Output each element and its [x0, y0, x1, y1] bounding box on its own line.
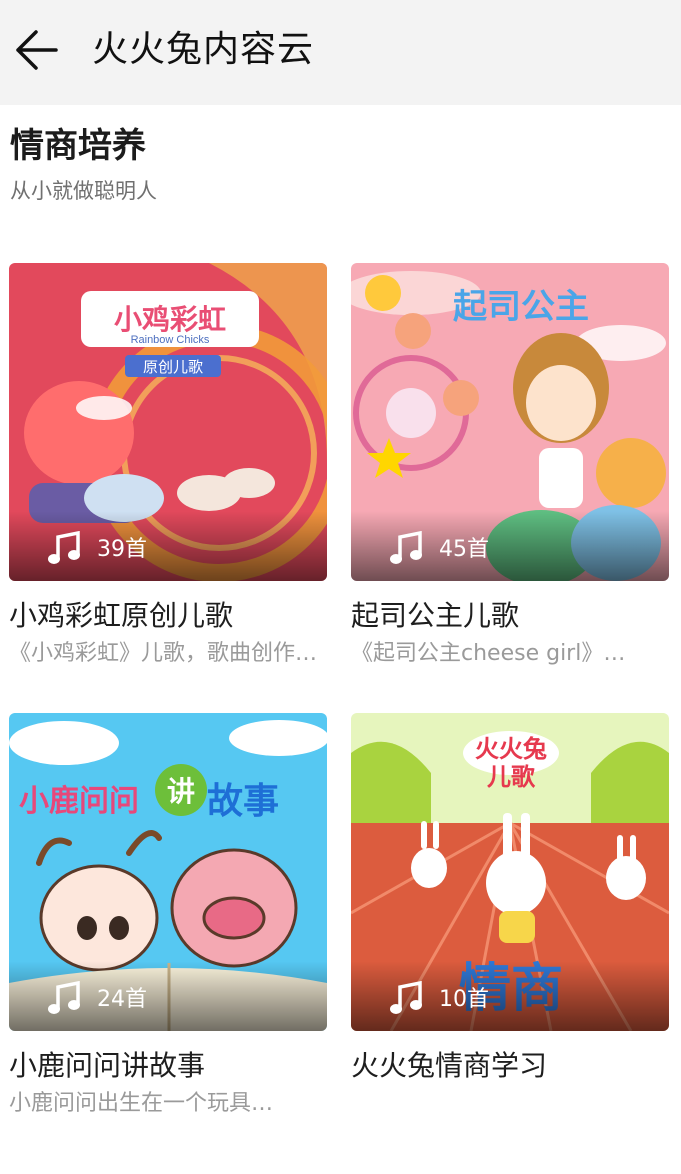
- album-card-huohuotu[interactable]: 火火兔 儿歌 情商 10首 火火兔情商学习: [351, 713, 669, 1082]
- arrow-left-icon: [16, 30, 58, 70]
- album-description: 《起司公主cheese girl》…: [351, 641, 626, 666]
- track-count: 10首: [439, 987, 489, 1012]
- cover-badge: 原创儿歌: [143, 359, 203, 376]
- section-title: 情商培养: [10, 126, 146, 166]
- album-cover: 火火兔 儿歌 情商 10首: [351, 713, 669, 1031]
- album-card-qisi[interactable]: 起司公主 45首 起司公主儿歌 《起司公主cheese girl》…: [351, 263, 669, 666]
- track-count: 39首: [97, 537, 147, 562]
- album-cover: 起司公主 45首: [351, 263, 669, 581]
- album-cover: 小鸡彩虹 Rainbow Chicks 原创儿歌 39首: [9, 263, 327, 581]
- album-title: 小鹿问问讲故事: [9, 1049, 206, 1082]
- cover-logo: 小鹿问问: [19, 784, 139, 818]
- cover-logo-end: 故事: [207, 780, 279, 821]
- page-title: 火火兔内容云: [92, 29, 315, 70]
- cover-logo-sub: 儿歌: [487, 764, 536, 791]
- music-note-icon: [390, 981, 422, 1014]
- album-card-xiaolu[interactable]: 小鹿问问 讲 故事 24首 小鹿问问讲故事 小鹿问问出生在一个玩具…: [9, 713, 327, 1116]
- section-subtitle: 从小就做聪明人: [10, 179, 157, 203]
- cover-logo: 起司公主: [453, 288, 589, 326]
- album-description: 《小鸡彩虹》儿歌，歌曲创作…: [9, 641, 318, 666]
- app-header: 火火兔内容云: [0, 0, 681, 105]
- album-title: 起司公主儿歌: [351, 599, 520, 632]
- music-note-icon: [390, 531, 422, 564]
- back-button[interactable]: [10, 26, 60, 74]
- music-note-icon: [48, 531, 80, 564]
- album-cover: 小鹿问问 讲 故事 24首: [9, 713, 327, 1031]
- album-title: 火火兔情商学习: [351, 1049, 548, 1082]
- track-count: 45首: [439, 537, 489, 562]
- album-description: 小鹿问问出生在一个玩具…: [9, 1091, 274, 1116]
- cover-logo-mid: 讲: [167, 776, 195, 807]
- music-note-icon: [48, 981, 80, 1014]
- cover-logo: 火火兔: [475, 735, 547, 763]
- track-count: 24首: [97, 987, 147, 1012]
- cover-logo-en: Rainbow Chicks: [131, 334, 210, 346]
- album-card-xiaoji[interactable]: 小鸡彩虹 Rainbow Chicks 原创儿歌 39首 小鸡彩虹原创儿歌 《小…: [9, 263, 327, 666]
- album-title: 小鸡彩虹原创儿歌: [9, 599, 234, 632]
- cover-logo: 小鸡彩虹: [114, 303, 226, 335]
